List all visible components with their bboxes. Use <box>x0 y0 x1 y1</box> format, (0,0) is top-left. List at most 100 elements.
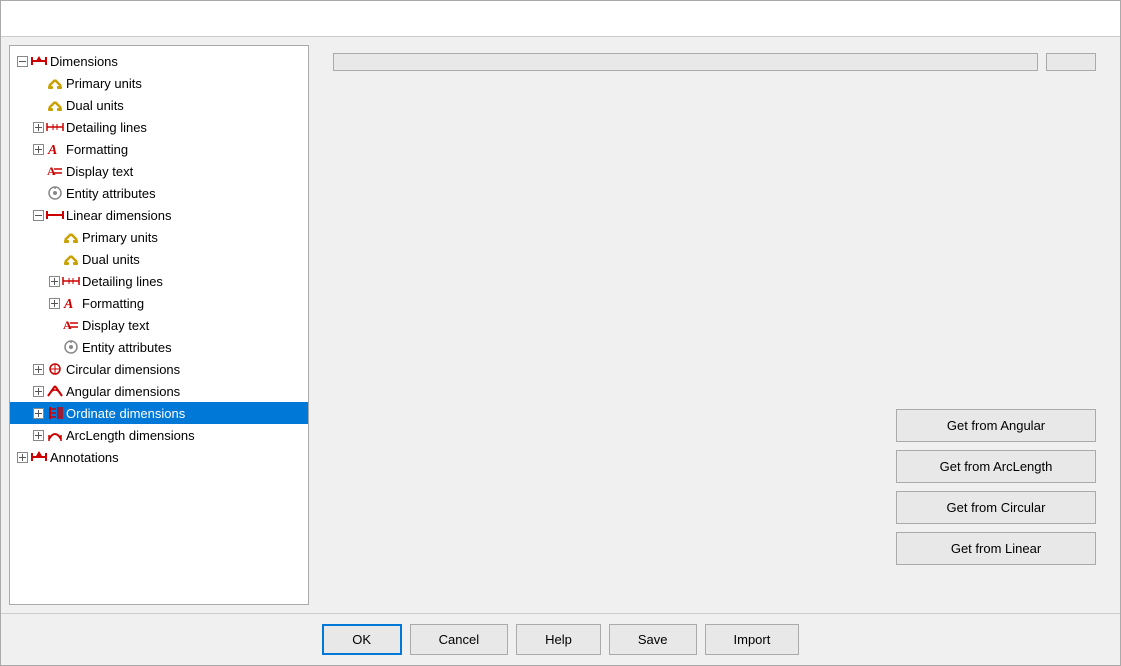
tree-label-ordinate-dims: Ordinate dimensions <box>66 406 185 421</box>
expand-icon-detailing-lines-2[interactable] <box>46 273 62 289</box>
spacer <box>333 83 1096 397</box>
annotations-icon <box>30 448 48 466</box>
import-button[interactable]: Import <box>705 624 800 655</box>
units-icon <box>46 74 64 92</box>
ok-button[interactable]: OK <box>322 624 402 655</box>
expand-icon-circular-dims[interactable] <box>30 361 46 377</box>
expand-icon-display-text-1[interactable] <box>30 163 46 179</box>
entity-icon <box>62 338 80 356</box>
expand-icon-detailing-lines-1[interactable] <box>30 119 46 135</box>
svg-text:A: A <box>63 318 72 332</box>
get-linear-button[interactable]: Get from Linear <box>896 532 1096 565</box>
tree-label-dimensions: Dimensions <box>50 54 118 69</box>
action-buttons: Get from Angular Get from ArcLength Get fr… <box>333 409 1096 565</box>
tree-item-ordinate-dims[interactable]: Ordinate dimensions <box>10 402 308 424</box>
expand-icon-entity-attrs-1[interactable] <box>30 185 46 201</box>
expand-icon-primary-units-2[interactable] <box>46 229 62 245</box>
svg-text:A: A <box>63 297 73 311</box>
tree-label-entity-attrs-2: Entity attributes <box>82 340 172 355</box>
dimensions-icon <box>30 52 48 70</box>
tree-label-circular-dims: Circular dimensions <box>66 362 180 377</box>
tree-label-formatting-2: Formatting <box>82 296 144 311</box>
units-icon <box>62 250 80 268</box>
tree-item-circular-dims[interactable]: Circular dimensions <box>10 358 308 380</box>
tree-item-dual-units-2[interactable]: Dual units <box>10 248 308 270</box>
expand-icon-primary-units-1[interactable] <box>30 75 46 91</box>
expand-icon-annotations[interactable] <box>14 449 30 465</box>
expand-icon-ordinate-dims[interactable] <box>30 405 46 421</box>
tree-label-entity-attrs-1: Entity attributes <box>66 186 156 201</box>
svg-text:A: A <box>47 164 56 178</box>
tree-label-display-text-2: Display text <box>82 318 149 333</box>
tree-label-formatting-1: Formatting <box>66 142 128 157</box>
entity-icon <box>46 184 64 202</box>
tree-item-annotations[interactable]: Annotations <box>10 446 308 468</box>
tree-label-arclength-dims: ArcLength dimensions <box>66 428 195 443</box>
tree-item-detailing-lines-1[interactable]: Detailing lines <box>10 116 308 138</box>
get-circular-button[interactable]: Get from Circular <box>896 491 1096 524</box>
expand-icon-formatting-1[interactable] <box>30 141 46 157</box>
expand-icon-display-text-2[interactable] <box>46 317 62 333</box>
tree-item-formatting-1[interactable]: A Formatting <box>10 138 308 160</box>
displaytext-icon: A <box>62 316 80 334</box>
tree-label-annotations: Annotations <box>50 450 119 465</box>
tree-label-detailing-lines-1: Detailing lines <box>66 120 147 135</box>
tree-label-dual-units-1: Dual units <box>66 98 124 113</box>
detailing-icon <box>46 118 64 136</box>
tree-item-angular-dims[interactable]: Angular dimensions <box>10 380 308 402</box>
tree-item-arclength-dims[interactable]: ArcLength dimensions <box>10 424 308 446</box>
top-btn-row <box>333 53 1096 71</box>
expand-icon-dual-units-1[interactable] <box>30 97 46 113</box>
tree-label-primary-units-1: Primary units <box>66 76 142 91</box>
tree-label-linear-dims: Linear dimensions <box>66 208 172 223</box>
help-button[interactable]: Help <box>516 624 601 655</box>
ordinate-icon <box>46 404 64 422</box>
right-panel: Get from Angular Get from ArcLength Get fr… <box>317 45 1112 605</box>
tree-item-dimensions[interactable]: Dimensions <box>10 50 308 72</box>
detailing-icon <box>62 272 80 290</box>
tree-panel: Dimensions Primary units Dual units Detaili… <box>9 45 309 605</box>
expand-icon-formatting-2[interactable] <box>46 295 62 311</box>
circular-icon <box>46 360 64 378</box>
tree-label-angular-dims: Angular dimensions <box>66 384 180 399</box>
cancel-button[interactable]: Cancel <box>410 624 508 655</box>
units-icon <box>46 96 64 114</box>
get-arclength-button[interactable]: Get from ArcLength <box>896 450 1096 483</box>
expand-icon-angular-dims[interactable] <box>30 383 46 399</box>
tree-item-entity-attrs-1[interactable]: Entity attributes <box>10 182 308 204</box>
tree-label-dual-units-2: Dual units <box>82 252 140 267</box>
tree-item-display-text-2[interactable]: A Display text <box>10 314 308 336</box>
linear-icon <box>46 206 64 224</box>
content-area: Dimensions Primary units Dual units Detaili… <box>1 37 1120 613</box>
footer: OK Cancel Help Save Import <box>1 613 1120 665</box>
expand-icon-entity-attrs-2[interactable] <box>46 339 62 355</box>
formatting-icon: A <box>46 140 64 158</box>
clear-button[interactable] <box>333 53 1038 71</box>
expand-icon-dimensions[interactable] <box>14 53 30 69</box>
arclength-icon <box>46 426 64 444</box>
units-icon <box>62 228 80 246</box>
expand-icon-arclength-dims[interactable] <box>30 427 46 443</box>
tree-item-dual-units-1[interactable]: Dual units <box>10 94 308 116</box>
tree-item-linear-dims[interactable]: Linear dimensions <box>10 204 308 226</box>
save-button[interactable]: Save <box>609 624 697 655</box>
get-angular-button[interactable]: Get from Angular <box>896 409 1096 442</box>
tree-item-primary-units-1[interactable]: Primary units <box>10 72 308 94</box>
tree-item-formatting-2[interactable]: A Formatting <box>10 292 308 314</box>
formatting-icon: A <box>62 294 80 312</box>
tree-item-display-text-1[interactable]: A Display text <box>10 160 308 182</box>
get-existing-button[interactable] <box>1046 53 1096 71</box>
tree-item-detailing-lines-2[interactable]: Detailing lines <box>10 270 308 292</box>
svg-text:A: A <box>47 143 57 157</box>
tree-item-primary-units-2[interactable]: Primary units <box>10 226 308 248</box>
angular-icon <box>46 382 64 400</box>
tree-label-primary-units-2: Primary units <box>82 230 158 245</box>
title-bar <box>1 1 1120 37</box>
close-button[interactable] <box>1096 17 1108 21</box>
expand-icon-dual-units-2[interactable] <box>46 251 62 267</box>
expand-icon-linear-dims[interactable] <box>30 207 46 223</box>
bottom-spacer <box>333 577 1096 597</box>
detail-style-editor-dialog: Dimensions Primary units Dual units Detaili… <box>0 0 1121 666</box>
tree-item-entity-attrs-2[interactable]: Entity attributes <box>10 336 308 358</box>
tree-label-display-text-1: Display text <box>66 164 133 179</box>
